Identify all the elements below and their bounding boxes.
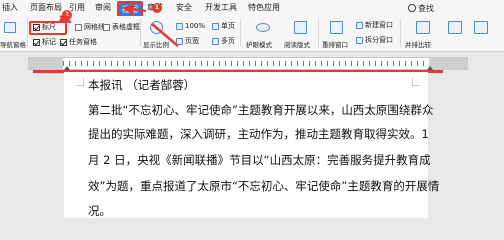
single-page-button[interactable]: 单页 [221,22,235,31]
divider [27,19,28,47]
horizontal-ruler[interactable] [28,57,468,70]
doc-paragraph-line: 效”为题，重点报道了太原市“不忘初心、牢记使命”主题教育的开展情 [88,179,440,193]
zoom-100-icon [176,23,183,30]
divider [318,19,319,47]
multi-page-icon [212,38,219,45]
nav-pane-icon [4,22,16,33]
divider [240,19,241,47]
doc-paragraph-line: 月 2 日，央视《新闻联播》节目以“山西太原：完善服务提升教育成 [88,153,431,167]
ruler-option-highlight [29,21,67,35]
split-window-icon [356,37,363,44]
marks-checkbox[interactable] [33,39,40,46]
split-window-button[interactable]: 拆分窗口 [365,36,393,45]
side-by-side-button[interactable]: 并排比较 [405,41,431,50]
ribbon-tab-bar: 插入 页面布局 引用 审阅 视图 章节 安全 开发工具 特色应用 查找 [0,0,504,18]
reading-layout-icon [294,21,307,34]
sync-scroll-icon[interactable] [448,21,462,34]
single-page-icon [212,23,219,30]
tab-security[interactable]: 安全 [176,3,192,13]
doc-paragraph-line: 第二批“不忘初心、牢记使命”主题教育开展以来，山西太原围绕群众 [88,103,434,117]
ruler-left-margin [29,58,63,69]
new-window-button[interactable]: 新建窗口 [365,21,393,30]
rearrange-windows-icon [330,21,343,34]
page-width-button[interactable]: 页宽 [185,37,199,46]
nav-pane-button[interactable]: 导航窗格 [0,41,26,50]
reset-window-icon[interactable] [474,21,488,34]
gridlines-checkbox[interactable] [75,24,82,31]
tab-special[interactable]: 特色应用 [248,3,280,13]
divider [140,19,141,47]
new-window-icon [356,22,363,29]
page-corner-mark [412,78,420,86]
tab-page-layout[interactable]: 页面布局 [30,3,62,13]
search-label: 查找 [418,4,434,13]
marks-label: 标记 [42,38,56,46]
eye-icon [256,23,270,32]
ruler-ticks [63,61,429,66]
eye-protection-button[interactable]: 护眼模式 [246,41,272,50]
multi-page-button[interactable]: 多页 [221,37,235,46]
zoom-100-button[interactable]: 100% [185,22,205,31]
tab-insert[interactable]: 插入 [2,3,18,13]
tab-review[interactable]: 审阅 [95,3,111,13]
step-1-badge: 1 [152,3,162,13]
view-ribbon: 导航窗格 标尺 网格线 表格虚框 标记 任务窗格 显示比例 100% 页宽 单页… [0,16,504,52]
rearrange-windows-button[interactable]: 重排窗口 [322,41,348,50]
doc-paragraph-line: 提出的实际难题，深入调研，主动作为，推动主题教育取得实效。1 [88,127,429,141]
reading-layout-button[interactable]: 阅读版式 [284,41,310,50]
show-ratio-button[interactable]: 显示比例 [143,41,169,50]
gridlines-label: 网格线 [84,23,105,31]
search-box[interactable]: 查找 [408,3,434,14]
task-pane-label: 任务窗格 [69,38,97,46]
table-gridlines-checkbox[interactable] [103,24,110,31]
doc-paragraph-line: 况。 [88,204,111,218]
page-width-icon [176,38,183,45]
document-page[interactable]: 本报讯 （记者郜蓉） 第二批“不忘初心、牢记使命”主题教育开展以来，山西太原围绕… [64,72,439,218]
step-2-badge: 2 [62,10,72,20]
task-pane-checkbox[interactable] [60,39,67,46]
side-by-side-icon [416,21,430,34]
divider [400,19,401,47]
page-corner-mark [76,78,84,86]
zoom-magnifier-icon [150,21,163,34]
ruler-right-margin [429,58,467,69]
table-gridlines-label: 表格虚框 [112,23,140,31]
tab-references[interactable]: 引用 [69,3,85,13]
search-icon [408,4,416,12]
tab-developer[interactable]: 开发工具 [205,3,237,13]
doc-paragraph-line: 本报讯 （记者郜蓉） [88,78,196,92]
